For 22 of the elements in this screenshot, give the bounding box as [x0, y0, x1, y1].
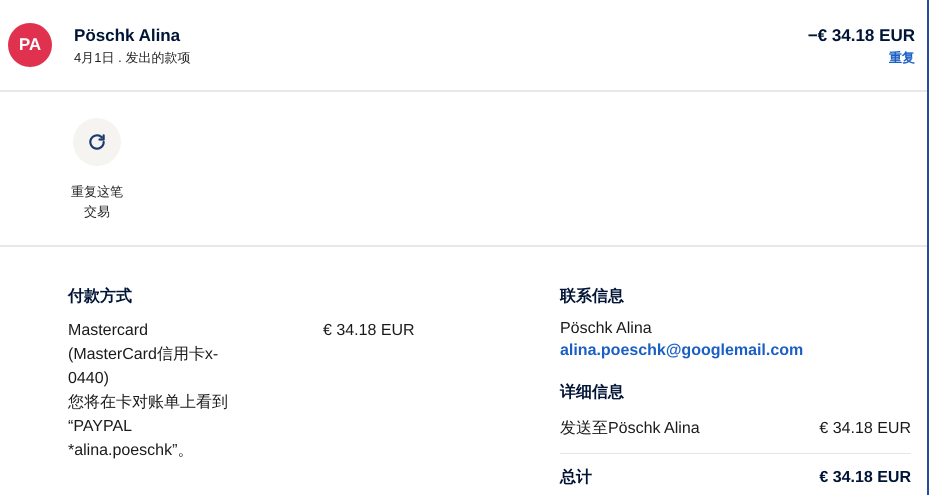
repeat-link[interactable]: 重复 [889, 48, 915, 68]
refresh-icon [87, 132, 107, 152]
transaction-amount: −€ 34.18 EUR [808, 24, 915, 46]
section-title: 详细信息 [560, 382, 625, 403]
card-name: Mastercard [68, 321, 150, 341]
card-name: (MasterCard信用卡x-0440) [68, 344, 220, 389]
avatar: PA [8, 23, 52, 67]
email-link[interactable]: alina.poeschk@googlemail.com [560, 339, 911, 363]
total-label: 总计 [560, 468, 592, 488]
contact-name: Pöschk Alina [560, 319, 653, 339]
transaction-subtitle: 4月1日 . 发出的款项 [74, 49, 190, 67]
payment-amount: € 34.18 EUR [323, 321, 415, 341]
statement-note: 您将在卡对账单上看到 [68, 392, 229, 413]
action-label: 重复这笔交易 [70, 183, 124, 221]
statement-note: “PAYPAL *alina.poeschk”。 [68, 417, 194, 461]
section-title: 联系信息 [560, 286, 625, 307]
detail-label: 发送至Pöschk Alina [560, 419, 700, 439]
total-amount: € 34.18 EUR [819, 468, 911, 488]
repeat-button[interactable] [73, 118, 121, 166]
contact-name: Pöschk Alina [74, 24, 182, 46]
detail-amount: € 34.18 EUR [819, 419, 911, 439]
section-title: 付款方式 [68, 286, 133, 307]
